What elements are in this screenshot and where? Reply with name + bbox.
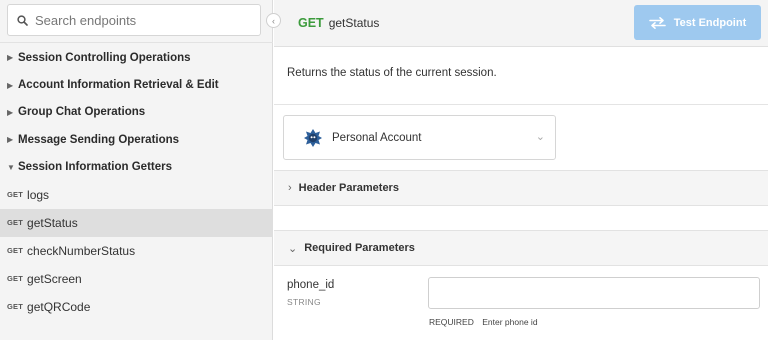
method-badge: GET — [7, 246, 24, 256]
caret-right-icon: ▶ — [7, 80, 14, 90]
group-label: Account Information Retrieval & Edit — [18, 79, 219, 92]
caret-right-icon: ▶ — [7, 107, 14, 117]
collapse-sidebar-button[interactable]: ‹ — [266, 13, 281, 28]
endpoint-description: Returns the status of the current sessio… — [287, 67, 497, 79]
endpoint-title: getStatus — [328, 16, 380, 30]
endpoint-logs[interactable]: GET logs — [0, 181, 273, 209]
endpoint-getstatus[interactable]: GET getStatus — [0, 208, 273, 237]
endpoint-tree: ▶ Session Controlling Operations ▶ Accou… — [0, 44, 273, 321]
param-type: STRING — [287, 297, 321, 307]
method-badge: GET — [7, 190, 24, 200]
group-session-controlling[interactable]: ▶ Session Controlling Operations — [0, 44, 273, 71]
group-label: Session Information Getters — [18, 161, 173, 174]
method-badge: GET — [7, 218, 24, 228]
header-parameters-section[interactable]: › Header Parameters — [274, 170, 768, 206]
group-label: Message Sending Operations — [18, 133, 180, 146]
group-message-sending[interactable]: ▶ Message Sending Operations — [0, 126, 273, 153]
test-endpoint-button[interactable]: Test Endpoint — [634, 5, 761, 40]
endpoint-name: checkNumberStatus — [27, 243, 136, 258]
section-label: Required Parameters — [304, 242, 415, 254]
test-endpoint-label: Test Endpoint — [673, 16, 747, 29]
endpoint-checknumberstatus[interactable]: GET checkNumberStatus — [0, 237, 273, 265]
hint-text: Enter phone id — [482, 317, 538, 327]
chevron-left-icon: ‹ — [272, 15, 275, 26]
account-avatar-icon — [304, 128, 322, 147]
group-account-info[interactable]: ▶ Account Information Retrieval & Edit — [0, 71, 273, 98]
endpoint-getscreen[interactable]: GET getScreen — [0, 265, 273, 293]
endpoint-header: GET getStatus Test Endpoint — [274, 0, 768, 47]
sidebar: ▶ Session Controlling Operations ▶ Accou… — [0, 0, 273, 340]
main-panel: GET getStatus Test Endpoint Returns the … — [274, 0, 768, 340]
required-label: REQUIRED — [429, 317, 474, 327]
endpoint-name: getScreen — [27, 271, 82, 286]
section-label: Header Parameters — [298, 182, 399, 194]
required-parameters-section[interactable]: ⌄ Required Parameters — [274, 230, 768, 266]
search-icon — [17, 14, 28, 26]
chevron-down-icon: ⌄ — [535, 131, 545, 143]
param-name: phone_id — [287, 279, 335, 291]
swap-arrows-icon — [648, 16, 666, 29]
chevron-down-icon: ⌄ — [288, 242, 298, 255]
search-input[interactable] — [35, 12, 255, 28]
param-hint: REQUIRED Enter phone id — [429, 317, 538, 327]
method-badge: GET — [7, 274, 24, 284]
method-badge: GET — [7, 302, 24, 312]
group-label: Session Controlling Operations — [18, 51, 191, 64]
endpoint-name: logs — [27, 187, 50, 202]
search-box[interactable] — [7, 4, 261, 36]
account-selector[interactable]: Personal Account ⌄ — [283, 115, 556, 160]
endpoint-name: getStatus — [27, 215, 78, 230]
divider — [274, 104, 768, 105]
sidebar-divider — [0, 42, 273, 43]
chevron-right-icon: › — [288, 182, 292, 194]
caret-right-icon: ▶ — [7, 135, 14, 145]
caret-down-icon: ▼ — [7, 162, 15, 172]
endpoint-getqrcode[interactable]: GET getQRCode — [0, 293, 273, 321]
group-label: Group Chat Operations — [18, 106, 146, 119]
phone-id-input[interactable] — [428, 277, 760, 309]
group-session-info-getters[interactable]: ▼ Session Information Getters — [0, 154, 273, 181]
account-label: Personal Account — [332, 131, 422, 144]
caret-right-icon: ▶ — [7, 53, 14, 63]
group-group-chat[interactable]: ▶ Group Chat Operations — [0, 99, 273, 126]
endpoint-name: getQRCode — [27, 299, 91, 314]
method-label: GET — [298, 16, 324, 30]
